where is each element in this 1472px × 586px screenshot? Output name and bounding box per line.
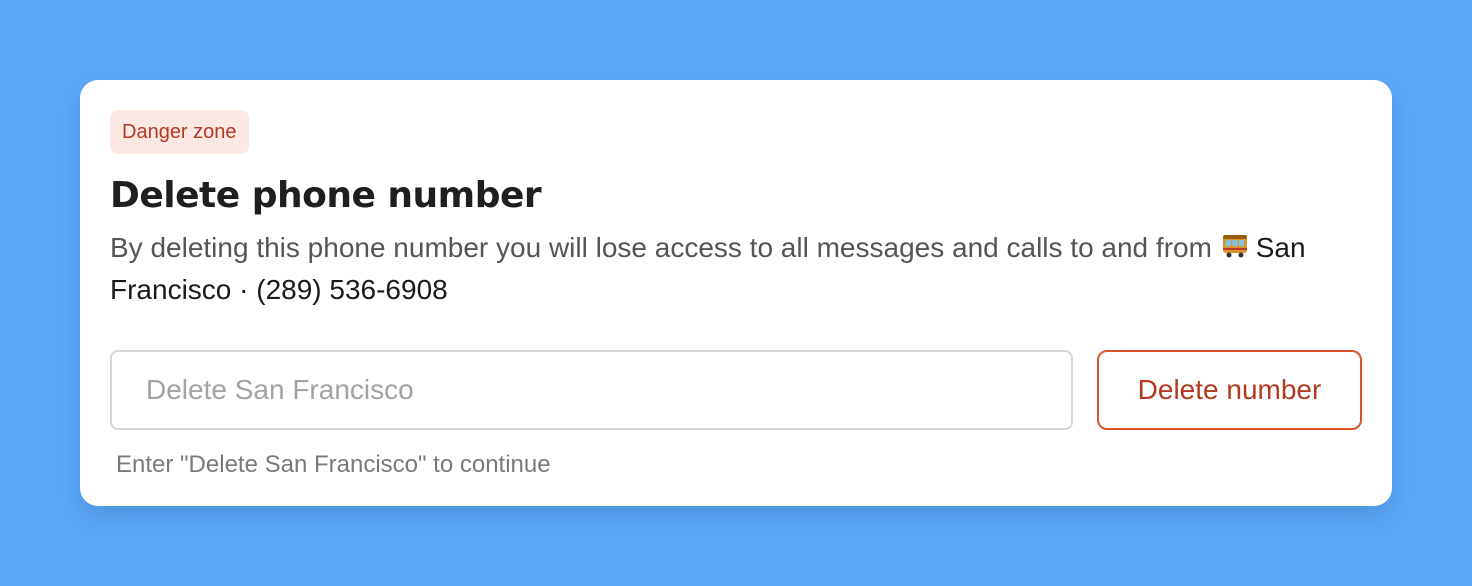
confirm-row: Delete number [110, 350, 1362, 430]
delete-phone-card: Danger zone Delete phone number By delet… [80, 80, 1392, 506]
card-title: Delete phone number [110, 175, 542, 216]
delete-number-button[interactable]: Delete number [1097, 350, 1362, 430]
card-description: By deleting this phone number you will l… [110, 228, 1362, 310]
confirm-hint: Enter "Delete San Francisco" to continue [116, 451, 551, 478]
description-text: By deleting this phone number you will l… [110, 232, 1212, 263]
danger-zone-badge: Danger zone [110, 110, 249, 154]
tram-car-icon [1220, 230, 1250, 270]
confirm-delete-input[interactable] [110, 350, 1073, 430]
